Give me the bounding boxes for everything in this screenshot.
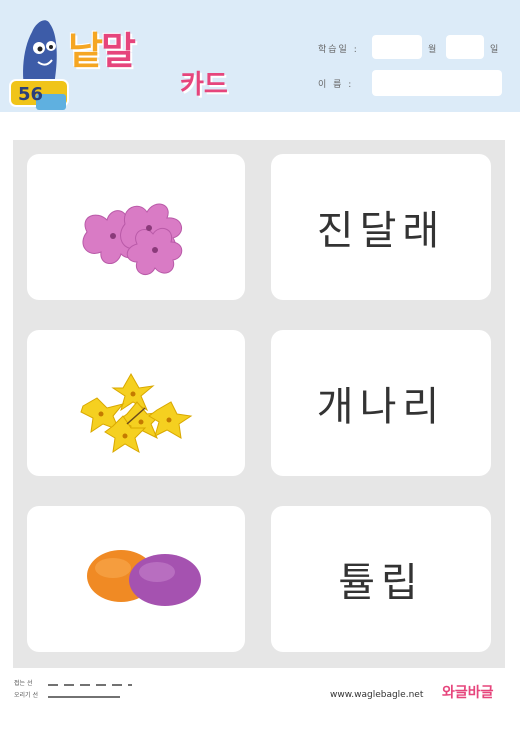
cut-line-label: 오리기 선 <box>14 692 38 699</box>
title-part2: 말 <box>100 29 136 73</box>
mascot-icon: 56 <box>9 20 69 111</box>
line-legend-samples <box>48 684 132 698</box>
picture-card-2 <box>27 330 245 476</box>
page-title: 낱말 카드 <box>68 20 258 100</box>
word-label-3: 튤립 <box>338 560 424 606</box>
word-card-2: 개나리 <box>271 330 491 476</box>
word-label-1: 진달래 <box>316 208 446 254</box>
worksheet-header: 56 낱말 카드 학습일 : 월 일 이 름 : <box>0 0 520 112</box>
azalea-flower-icon <box>82 203 183 276</box>
word-label-2: 개나리 <box>316 384 446 430</box>
picture-card-1 <box>27 154 245 300</box>
month-field[interactable] <box>372 35 422 59</box>
brand-part1: 와글 <box>442 685 468 701</box>
day-label: 일 <box>490 45 501 55</box>
word-card-3: 튤립 <box>271 506 491 652</box>
date-label: 학습일 : <box>318 45 359 55</box>
forsythia-flower-icon <box>80 372 193 454</box>
name-label: 이 름 : <box>318 80 354 90</box>
brand-logo: 와글바글 <box>442 682 494 702</box>
card-board: 진달래 개나리 튤립 <box>13 140 505 668</box>
fold-line-label: 접는 선 <box>14 680 33 687</box>
day-field[interactable] <box>446 35 484 59</box>
name-field[interactable] <box>372 70 502 96</box>
title-sub: 카드 <box>180 70 228 100</box>
website-url: www.waglebagle.net <box>330 690 424 700</box>
title-part1: 낱 <box>68 29 103 73</box>
mascot-sign-text: 56 <box>18 84 43 105</box>
brand-part2: 바글 <box>467 685 494 701</box>
line-legend: 접는 선 오리기 선 <box>14 678 38 702</box>
month-label: 월 <box>428 45 439 55</box>
word-card-1: 진달래 <box>271 154 491 300</box>
picture-card-3 <box>27 506 245 652</box>
tulip-bulbs-icon <box>87 550 201 606</box>
